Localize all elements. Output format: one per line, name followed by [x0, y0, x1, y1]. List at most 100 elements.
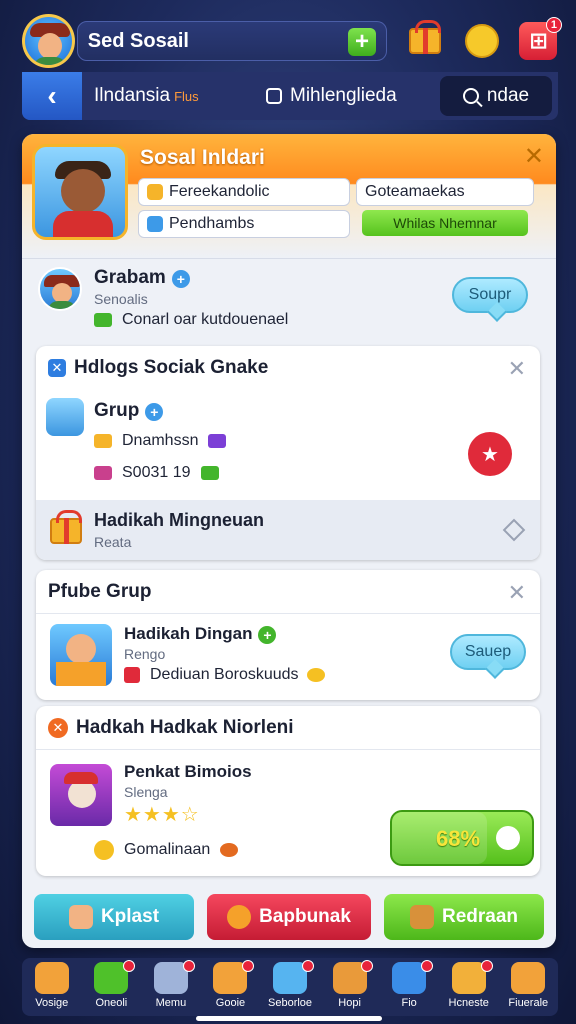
kplast-label: Kplast	[100, 906, 160, 927]
nav-item-fio[interactable]: Fio	[379, 960, 439, 1009]
chip-fereekandolic-label: Fereekandolic	[169, 183, 270, 200]
face-icon	[496, 826, 520, 850]
chip-pendhambs-label: Pendhambs	[169, 215, 255, 232]
tab-indonesia-label: Ilndansia	[94, 85, 171, 106]
app-title-pill: Sed Sosail +	[76, 21, 388, 61]
coin-line: Gomalinaan	[124, 841, 211, 858]
item-sub: Rengo	[124, 646, 166, 662]
search-icon	[462, 88, 479, 104]
nav-item-fiuerale[interactable]: Fiuerale	[499, 962, 559, 1009]
item-avatar	[50, 764, 112, 826]
key-icon	[147, 184, 163, 200]
search-button[interactable]: ndae	[440, 76, 552, 116]
close-icon[interactable]: ✕	[508, 580, 526, 606]
group-card-title: Hdlogs Sociak Gnake	[74, 357, 269, 378]
bapbunak-button[interactable]: Bapbunak	[207, 894, 371, 940]
gift-title: Hadikah Mingneuan	[94, 510, 265, 530]
bapbunak-label: Bapbunak	[259, 906, 351, 927]
house-icon	[200, 466, 219, 480]
group-line-2: S0031 19	[122, 464, 191, 481]
speech-bubble-button[interactable]: Sauep	[450, 634, 526, 670]
friend-avatar	[38, 267, 82, 311]
chip-fereekandolic[interactable]: Fereekandolic	[138, 178, 350, 206]
gift-icon[interactable]	[405, 20, 444, 61]
close-circle-icon: ✕	[48, 717, 68, 738]
progress-button[interactable]: 68%	[390, 810, 534, 866]
back-button[interactable]: ‹	[22, 72, 82, 120]
gift-card-title: Hadkah Hadkak Niorleni	[76, 716, 294, 738]
profile-avatar[interactable]	[22, 14, 75, 68]
item-name: Penkat Bimoios	[124, 762, 252, 781]
group-name: Grup	[94, 400, 140, 421]
nav-item-oneoli[interactable]: Oneoli	[82, 960, 142, 1009]
chip-goteamaekas[interactable]: Goteamaekas	[356, 178, 534, 206]
tab-mihlenglieda-label: Mihlenglieda	[290, 85, 397, 106]
nav-label: Hcneste	[448, 997, 489, 1009]
gift-card: ✕ Hadkah Hadkak Niorleni Penkat Bimoios …	[36, 706, 540, 876]
nav-label: Oneoli	[95, 997, 128, 1009]
app-title: Sed Sosail	[87, 29, 189, 52]
friend-name: Grabam	[94, 267, 166, 288]
item-name: Hadikah Dingan	[124, 624, 253, 643]
potion-icon	[94, 466, 112, 480]
green-action-button[interactable]: Whilas Nhemnar	[362, 210, 528, 236]
nav-item-gooie[interactable]: Gooie	[201, 960, 261, 1009]
close-icon[interactable]: ✕	[508, 356, 526, 382]
social-panel: Sosal Inldari ✕ Fereekandolic Pendhambs …	[22, 134, 556, 948]
nav-item-vosige[interactable]: Vosige	[22, 962, 82, 1009]
nav-item-hopi[interactable]: Hopi	[320, 960, 380, 1009]
public-group-title: Pfube Grup	[48, 580, 152, 602]
fire-icon	[220, 843, 239, 857]
grid-menu-icon[interactable]: ⊞ 1	[519, 17, 562, 61]
item-avatar	[50, 624, 112, 686]
add-button[interactable]: +	[348, 28, 377, 56]
trophy-icon	[511, 962, 546, 994]
panel-header: Sosal Inldari ✕ Fereekandolic Pendhambs …	[22, 134, 556, 258]
verified-icon: +	[145, 402, 164, 421]
nav-item-seborloe[interactable]: Seborloe	[260, 960, 320, 1009]
nav-badge	[301, 960, 314, 972]
nav-badge	[182, 960, 195, 972]
gift-icon	[94, 434, 112, 448]
nav-item-hcneste[interactable]: Hcneste	[439, 960, 499, 1009]
gift-row[interactable]: Hadikah Mingneuan Reata	[36, 500, 540, 560]
nav-label: Memu	[155, 997, 187, 1009]
nav-badge	[480, 960, 493, 972]
star-badge-icon[interactable]: ★	[468, 432, 512, 476]
nav-badge	[420, 960, 433, 972]
nav-item-memu[interactable]: Memu	[141, 960, 201, 1009]
smiley-icon[interactable]	[462, 21, 501, 61]
gem-icon	[208, 434, 227, 448]
chip-goteamaekas-label: Goteamaekas	[365, 183, 465, 200]
tab-indonesia[interactable]: Ilndansia Flus	[94, 85, 254, 107]
shield-icon	[147, 216, 163, 232]
nav-badge	[242, 960, 255, 972]
nav-label: Seborloe	[268, 997, 313, 1009]
coin-icon	[94, 840, 114, 860]
tab-indonesia-tag: Flus	[174, 89, 199, 104]
friend-line: Conarl oar kutdouenael	[122, 311, 289, 328]
notification-badge: 1	[545, 17, 562, 33]
progress-label: 68%	[436, 826, 481, 851]
redraan-button[interactable]: Redraan	[384, 894, 544, 940]
close-box-icon: ✕	[48, 359, 66, 377]
tab-bar: ‹ Ilndansia Flus Mihlenglieda ndae	[22, 72, 558, 120]
bottom-nav: Vosige Oneoli Memu Gooie Seborloe Hopi Fio Hcne…	[22, 958, 558, 1016]
top-bar: Sed Sosail + ⊞ 1	[22, 10, 562, 72]
clock-icon	[266, 88, 282, 104]
nav-label: Gooie	[215, 997, 246, 1009]
item-line: Dediuan Boroskuuds	[150, 666, 299, 683]
friend-row[interactable]: Grabam + Senoalis Conarl oar kutdouenael …	[22, 258, 556, 342]
tab-mihlenglieda[interactable]: Mihlenglieda	[266, 85, 436, 107]
kplast-button[interactable]: Kplast	[34, 894, 194, 940]
gift-icon	[50, 510, 82, 544]
home-indicator	[196, 1016, 382, 1021]
speech-bubble-button[interactable]: Soupr	[452, 277, 528, 313]
coin-icon	[306, 668, 325, 682]
close-icon[interactable]: ✕	[524, 142, 544, 171]
verified-icon: +	[171, 269, 190, 288]
chip-pendhambs[interactable]: Pendhambs	[138, 210, 350, 238]
friend-sub: Senoalis	[94, 291, 148, 307]
nav-label: Fiuerale	[508, 997, 549, 1009]
nav-badge	[123, 960, 136, 972]
